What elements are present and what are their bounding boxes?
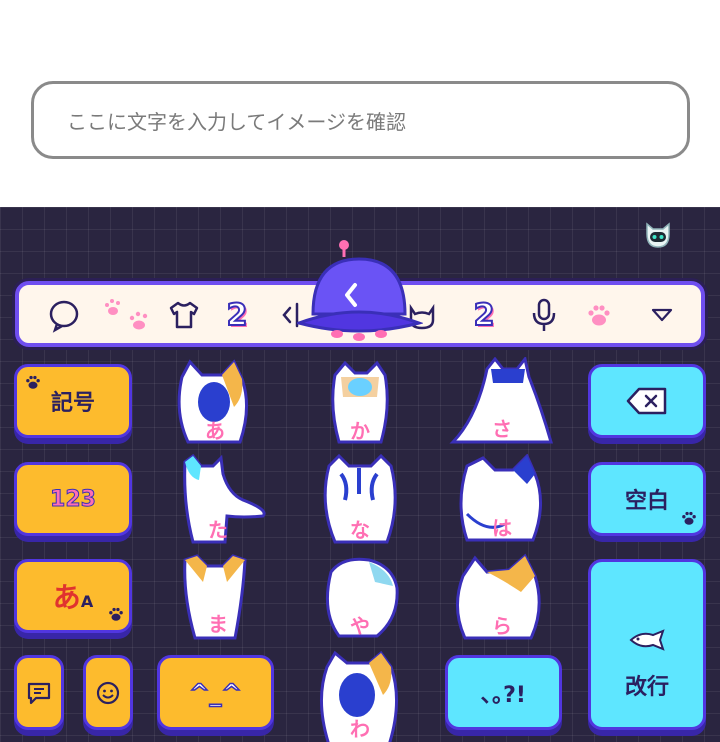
- kana-label-ta: た: [208, 518, 228, 542]
- microphone-icon[interactable]: [524, 295, 564, 335]
- paw-print-icon[interactable]: [103, 295, 159, 335]
- backspace-icon: [626, 387, 667, 415]
- emoji-key[interactable]: [83, 655, 133, 730]
- chevron-down-icon[interactable]: [642, 295, 682, 335]
- emoticon-key[interactable]: ^_^: [157, 655, 274, 730]
- ufo-back-arrow-icon[interactable]: [297, 239, 423, 349]
- kana-key-ra[interactable]: ら: [447, 552, 557, 642]
- chat-bubble-icon: [27, 682, 51, 704]
- punctuation-key-label: ､｡?!: [481, 682, 526, 708]
- kana-label-wa: わ: [350, 717, 370, 741]
- space-key-label: 空白: [624, 489, 669, 514]
- kana-label-na: な: [350, 518, 370, 542]
- toolbar-number-right: 2: [473, 297, 496, 334]
- kana-key-ha[interactable]: は: [447, 453, 557, 544]
- enter-key[interactable]: 改行: [588, 559, 706, 730]
- keyboard: 2 2 記号 123 あ A ^_^ ､｡?! 空白 改行 あ か さ た な …: [0, 207, 720, 742]
- fish-icon: [629, 628, 665, 651]
- kana-key-wa[interactable]: わ: [305, 649, 415, 742]
- preview-placeholder: ここに文字を入力してイメージを確認: [67, 109, 406, 134]
- kana-key-sa[interactable]: さ: [447, 355, 557, 447]
- paw-decoration-icon: [682, 511, 696, 525]
- paw-decoration-icon: [26, 375, 40, 389]
- kana-key-na[interactable]: な: [305, 453, 415, 544]
- preview-text-input[interactable]: ここに文字を入力してイメージを確認: [31, 81, 690, 159]
- kana-label-ra: ら: [492, 614, 512, 638]
- kana-label-ha: は: [492, 516, 512, 540]
- kana-key-ma[interactable]: ま: [163, 552, 273, 642]
- robot-mascot-icon[interactable]: [642, 220, 674, 252]
- numbers-key[interactable]: 123: [14, 462, 132, 536]
- kana-key-a[interactable]: あ: [160, 357, 270, 447]
- number-2-icon[interactable]: 2: [464, 295, 504, 335]
- backspace-key[interactable]: [588, 364, 706, 438]
- kana-key-ta[interactable]: た: [163, 453, 273, 544]
- kana-label-sa: さ: [492, 417, 512, 441]
- kana-label-ka: か: [350, 419, 370, 443]
- symbols-key-label: 記号: [50, 391, 95, 416]
- numbers-key-label: 123: [50, 486, 97, 512]
- search-icon[interactable]: [45, 295, 85, 335]
- number-2-icon[interactable]: 2: [217, 295, 257, 335]
- kana-label-ya: や: [350, 614, 370, 638]
- punctuation-key[interactable]: ､｡?!: [445, 655, 562, 730]
- paw-icon[interactable]: [579, 295, 619, 335]
- kana-key-ka[interactable]: か: [305, 357, 415, 447]
- kana-key-ya[interactable]: や: [305, 552, 415, 642]
- paw-decoration-icon: [109, 607, 123, 621]
- clipboard-key[interactable]: [14, 655, 64, 730]
- kana-label-a: あ: [205, 419, 225, 443]
- tshirt-icon[interactable]: [164, 295, 204, 335]
- smiley-icon: [96, 681, 120, 704]
- emoticon-key-label: ^_^: [189, 678, 243, 708]
- enter-key-label: 改行: [624, 674, 669, 700]
- kana-mode-main-label: あ: [52, 581, 81, 614]
- kana-label-ma: ま: [208, 612, 228, 636]
- toolbar-number-left: 2: [226, 297, 249, 334]
- kana-mode-sub-label: A: [80, 591, 94, 611]
